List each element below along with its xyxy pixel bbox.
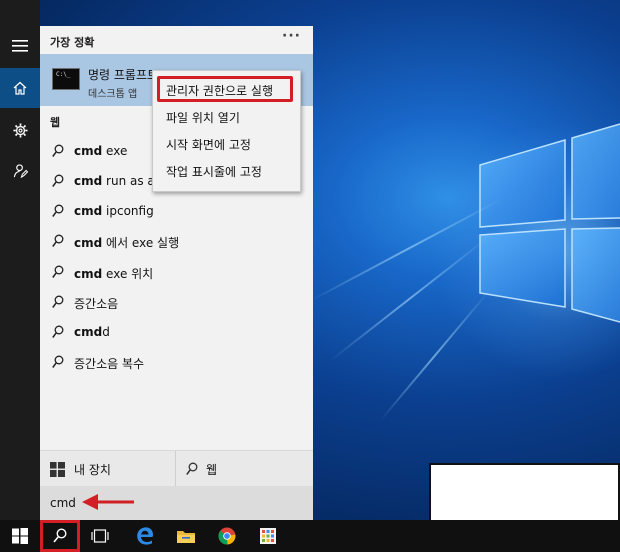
- annotation-highlight-box: [40, 520, 80, 552]
- settings-button[interactable]: [0, 110, 40, 150]
- chrome-taskbar-button[interactable]: [207, 520, 247, 552]
- suggestion-rest-text: 에서 exe 실행: [102, 236, 180, 250]
- suggestion-rest-text: 증간소음 복수: [74, 357, 145, 371]
- search-icon: [52, 204, 64, 217]
- context-menu-item-open-file-location[interactable]: 파일 위치 열기: [153, 103, 300, 130]
- web-suggestion-item[interactable]: cmd exe 위치: [40, 257, 313, 287]
- context-menu-item-label: 작업 표시줄에 고정: [166, 165, 262, 179]
- context-menu-item-label: 시작 화면에 고정: [166, 138, 251, 152]
- my-device-label: 내 장치: [74, 463, 111, 477]
- file-explorer-icon: [177, 531, 195, 543]
- store-icon: [260, 528, 276, 544]
- my-device-filter-button[interactable]: 내 장치: [40, 451, 175, 487]
- suggestion-match-text: cmd: [74, 174, 103, 188]
- web-suggestion-item[interactable]: cmdd: [40, 317, 313, 347]
- file-explorer-taskbar-button[interactable]: [166, 520, 206, 552]
- suggestion-rest-text: ipconfig: [102, 204, 154, 218]
- best-match-app-name: 명령 프롬프트: [88, 68, 159, 82]
- search-input-value: cmd: [50, 496, 76, 510]
- suggestion-rest-text: exe 위치: [102, 267, 154, 281]
- web-suggestion-text: cmdd: [74, 325, 110, 339]
- web-suggestion-item[interactable]: cmd 에서 exe 실행: [40, 226, 313, 256]
- search-icon: [52, 234, 64, 247]
- context-menu-item-label: 파일 위치 열기: [166, 111, 240, 125]
- windows-logo-icon: [50, 462, 65, 477]
- annotation-highlight-box: [157, 76, 293, 102]
- best-match-section-title: 가장 정확: [50, 36, 95, 49]
- start-button[interactable]: [0, 520, 40, 552]
- start-sidebar: [0, 26, 40, 520]
- search-icon: [52, 174, 64, 187]
- web-suggestion-text: cmd exe: [74, 144, 127, 158]
- search-icon: [52, 295, 64, 308]
- suggestion-match-text: cmd: [74, 204, 103, 218]
- settings-gear-icon: [12, 122, 28, 138]
- suggestion-match-text: cmd: [74, 144, 103, 158]
- cmd-prompt-icon: C:\_: [52, 68, 80, 90]
- search-input[interactable]: cmd: [40, 486, 313, 520]
- more-options-button[interactable]: ···: [282, 28, 301, 44]
- web-suggestion-item[interactable]: cmd ipconfig: [40, 196, 313, 226]
- task-view-icon: [91, 529, 109, 543]
- search-icon: [52, 325, 64, 338]
- windows-wallpaper-logo: [479, 123, 620, 323]
- suggestion-match-text: cmd: [74, 325, 103, 339]
- context-menu-item-pin-to-start[interactable]: 시작 화면에 고정: [153, 130, 300, 157]
- search-icon: [52, 265, 64, 278]
- task-view-button[interactable]: [80, 520, 120, 552]
- store-taskbar-button[interactable]: [248, 520, 288, 552]
- windows-start-icon: [12, 528, 28, 544]
- web-suggestion-item[interactable]: 증간소음 복수: [40, 347, 313, 377]
- home-icon: [13, 81, 27, 95]
- web-section-title: 웹: [50, 116, 61, 129]
- search-icon: [52, 144, 64, 157]
- suggestion-rest-text: 증간소음: [74, 297, 119, 311]
- search-icon: [52, 355, 64, 368]
- web-suggestion-text: 증간소음 복수: [74, 355, 144, 372]
- suggestion-rest-text: exe: [102, 144, 128, 158]
- sidebar-top-strip: [0, 0, 40, 26]
- taskbar: [0, 520, 620, 552]
- edge-taskbar-button[interactable]: [125, 520, 165, 552]
- web-suggestion-text: cmd 에서 exe 실행: [74, 234, 179, 251]
- hamburger-menu-icon: [12, 40, 28, 52]
- feedback-button[interactable]: [0, 150, 40, 190]
- context-menu-item-pin-to-taskbar[interactable]: 작업 표시줄에 고정: [153, 157, 300, 184]
- suggestion-match-text: cmd: [74, 236, 103, 250]
- web-suggestion-text: cmd ipconfig: [74, 204, 154, 218]
- hamburger-menu-button[interactable]: [0, 26, 40, 66]
- web-suggestion-text: 증간소음: [74, 295, 118, 312]
- chrome-icon: [218, 527, 236, 545]
- edge-icon: [137, 527, 153, 545]
- web-filter-button[interactable]: 웹: [176, 451, 313, 487]
- search-icon: [186, 462, 198, 475]
- best-match-app-type: 데스크톱 앱: [88, 89, 138, 100]
- panel-footer: 내 장치 웹: [40, 450, 313, 487]
- web-filter-label: 웹: [206, 463, 218, 477]
- feedback-icon: [13, 163, 28, 178]
- suggestion-rest-text: d: [102, 325, 110, 339]
- panel-header: 가장 정확 ···: [40, 26, 313, 54]
- context-menu: 관리자 권한으로 실행 파일 위치 열기 시작 화면에 고정 작업 표시줄에 고…: [152, 70, 301, 192]
- web-suggestion-item[interactable]: 증간소음: [40, 287, 313, 317]
- suggestion-match-text: cmd: [74, 267, 103, 281]
- annotation-arrow: [82, 494, 134, 510]
- home-button[interactable]: [0, 68, 40, 108]
- web-suggestion-text: cmd exe 위치: [74, 265, 153, 282]
